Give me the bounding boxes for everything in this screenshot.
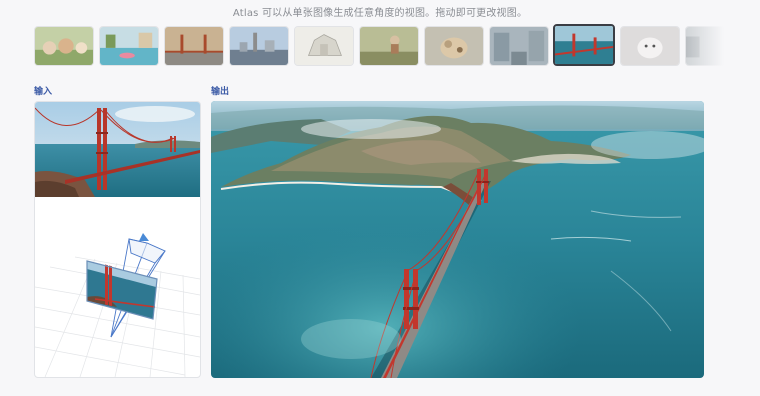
thumbnail-garden-figure[interactable]	[359, 26, 419, 66]
thumbnail-plush-toys[interactable]	[34, 26, 94, 66]
gallery-caption: Atlas 可以从单张图像生成任意角度的视图。拖动即可更改视图。	[232, 8, 528, 19]
thumbnail-street-scene[interactable]	[489, 26, 549, 66]
output-view[interactable]	[211, 101, 704, 378]
strip-fade-overlay	[684, 24, 724, 68]
thumbnail-pool-scene[interactable]	[99, 26, 159, 66]
output-image	[211, 101, 704, 378]
thumbnail-golden-gate-aerial-selected[interactable]	[553, 24, 615, 66]
thumbnail-golden-gate-sunset[interactable]	[164, 26, 224, 66]
thumbnail-strip	[34, 24, 724, 68]
thumbnail-plush-dog[interactable]	[424, 26, 484, 66]
input-photo	[35, 102, 200, 197]
thumbnail-white-dog[interactable]	[620, 26, 680, 66]
thumbnail-castle-sketch[interactable]	[294, 26, 354, 66]
view-angle-scene[interactable]	[35, 197, 200, 377]
input-label: 输入	[34, 87, 53, 97]
output-label: 输出	[211, 87, 230, 97]
input-panel	[34, 101, 201, 378]
thumbnail-city-skyline[interactable]	[229, 26, 289, 66]
